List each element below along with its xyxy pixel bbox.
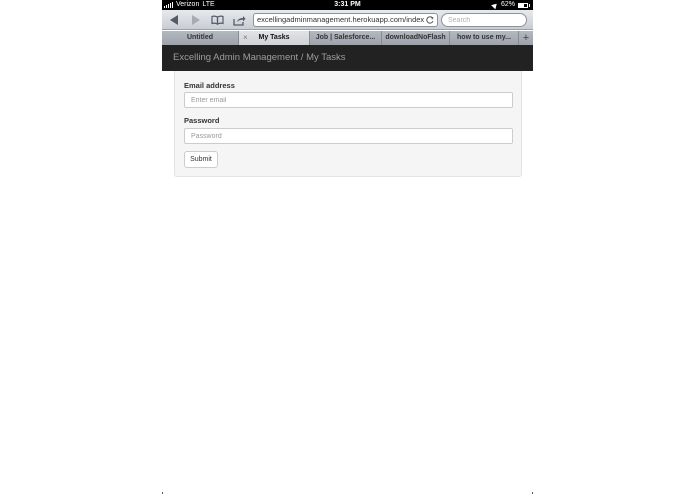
- tab-label: Job | Salesforce...: [315, 34, 376, 41]
- ipad-screen: Verizon LTE 3:31 PM 62% excellingadminma…: [162, 0, 533, 494]
- tab-bar: Untitled × My Tasks Job | Salesforce... …: [162, 31, 533, 45]
- password-label: Password: [184, 116, 220, 125]
- navbar-brand[interactable]: Excelling Admin Management / My Tasks: [173, 45, 345, 71]
- tab-label: downloadNoFlash: [385, 34, 446, 41]
- back-button[interactable]: [166, 12, 182, 28]
- battery-tip: [529, 3, 530, 7]
- email-label: Email address: [184, 81, 235, 90]
- close-tab-icon[interactable]: ×: [243, 31, 248, 45]
- tab-untitled[interactable]: Untitled: [162, 31, 239, 45]
- add-tab-button[interactable]: +: [519, 31, 533, 45]
- email-field[interactable]: [184, 92, 513, 108]
- url-text: excellingadminmanagement.herokuapp.com/i…: [257, 15, 425, 24]
- bookmarks-icon: [210, 15, 224, 25]
- back-icon: [170, 15, 178, 25]
- tab-job-salesforce[interactable]: Job | Salesforce...: [310, 31, 382, 45]
- submit-button[interactable]: Submit: [184, 151, 218, 168]
- forward-button[interactable]: [188, 12, 204, 28]
- bookmarks-button[interactable]: [209, 12, 225, 28]
- forward-icon: [192, 15, 200, 25]
- site-navbar: Excelling Admin Management / My Tasks: [162, 45, 533, 71]
- battery-icon: [518, 2, 528, 8]
- location-icon: [491, 1, 499, 9]
- status-bar: Verizon LTE 3:31 PM 62%: [162, 0, 533, 10]
- tab-downloadnoflash[interactable]: downloadNoFlash: [382, 31, 450, 45]
- battery-percent: 62%: [500, 1, 515, 8]
- share-button[interactable]: [231, 12, 247, 28]
- safari-toolbar: excellingadminmanagement.herokuapp.com/i…: [162, 10, 533, 30]
- password-field[interactable]: [184, 128, 513, 144]
- login-form: Email address Password Submit: [174, 71, 522, 177]
- reload-icon[interactable]: [425, 15, 435, 25]
- tab-label: Untitled: [186, 34, 214, 41]
- tab-label: how to use my...: [457, 34, 511, 41]
- plus-icon: +: [522, 32, 530, 44]
- status-right: 62%: [491, 0, 530, 10]
- tab-label: My Tasks: [258, 34, 290, 41]
- url-field[interactable]: excellingadminmanagement.herokuapp.com/i…: [253, 13, 438, 27]
- status-time: 3:31 PM: [334, 1, 361, 8]
- search-field[interactable]: [441, 13, 527, 27]
- tab-how-to-use[interactable]: how to use my...: [450, 31, 519, 45]
- tab-my-tasks[interactable]: × My Tasks: [239, 31, 310, 45]
- share-icon: [232, 15, 245, 26]
